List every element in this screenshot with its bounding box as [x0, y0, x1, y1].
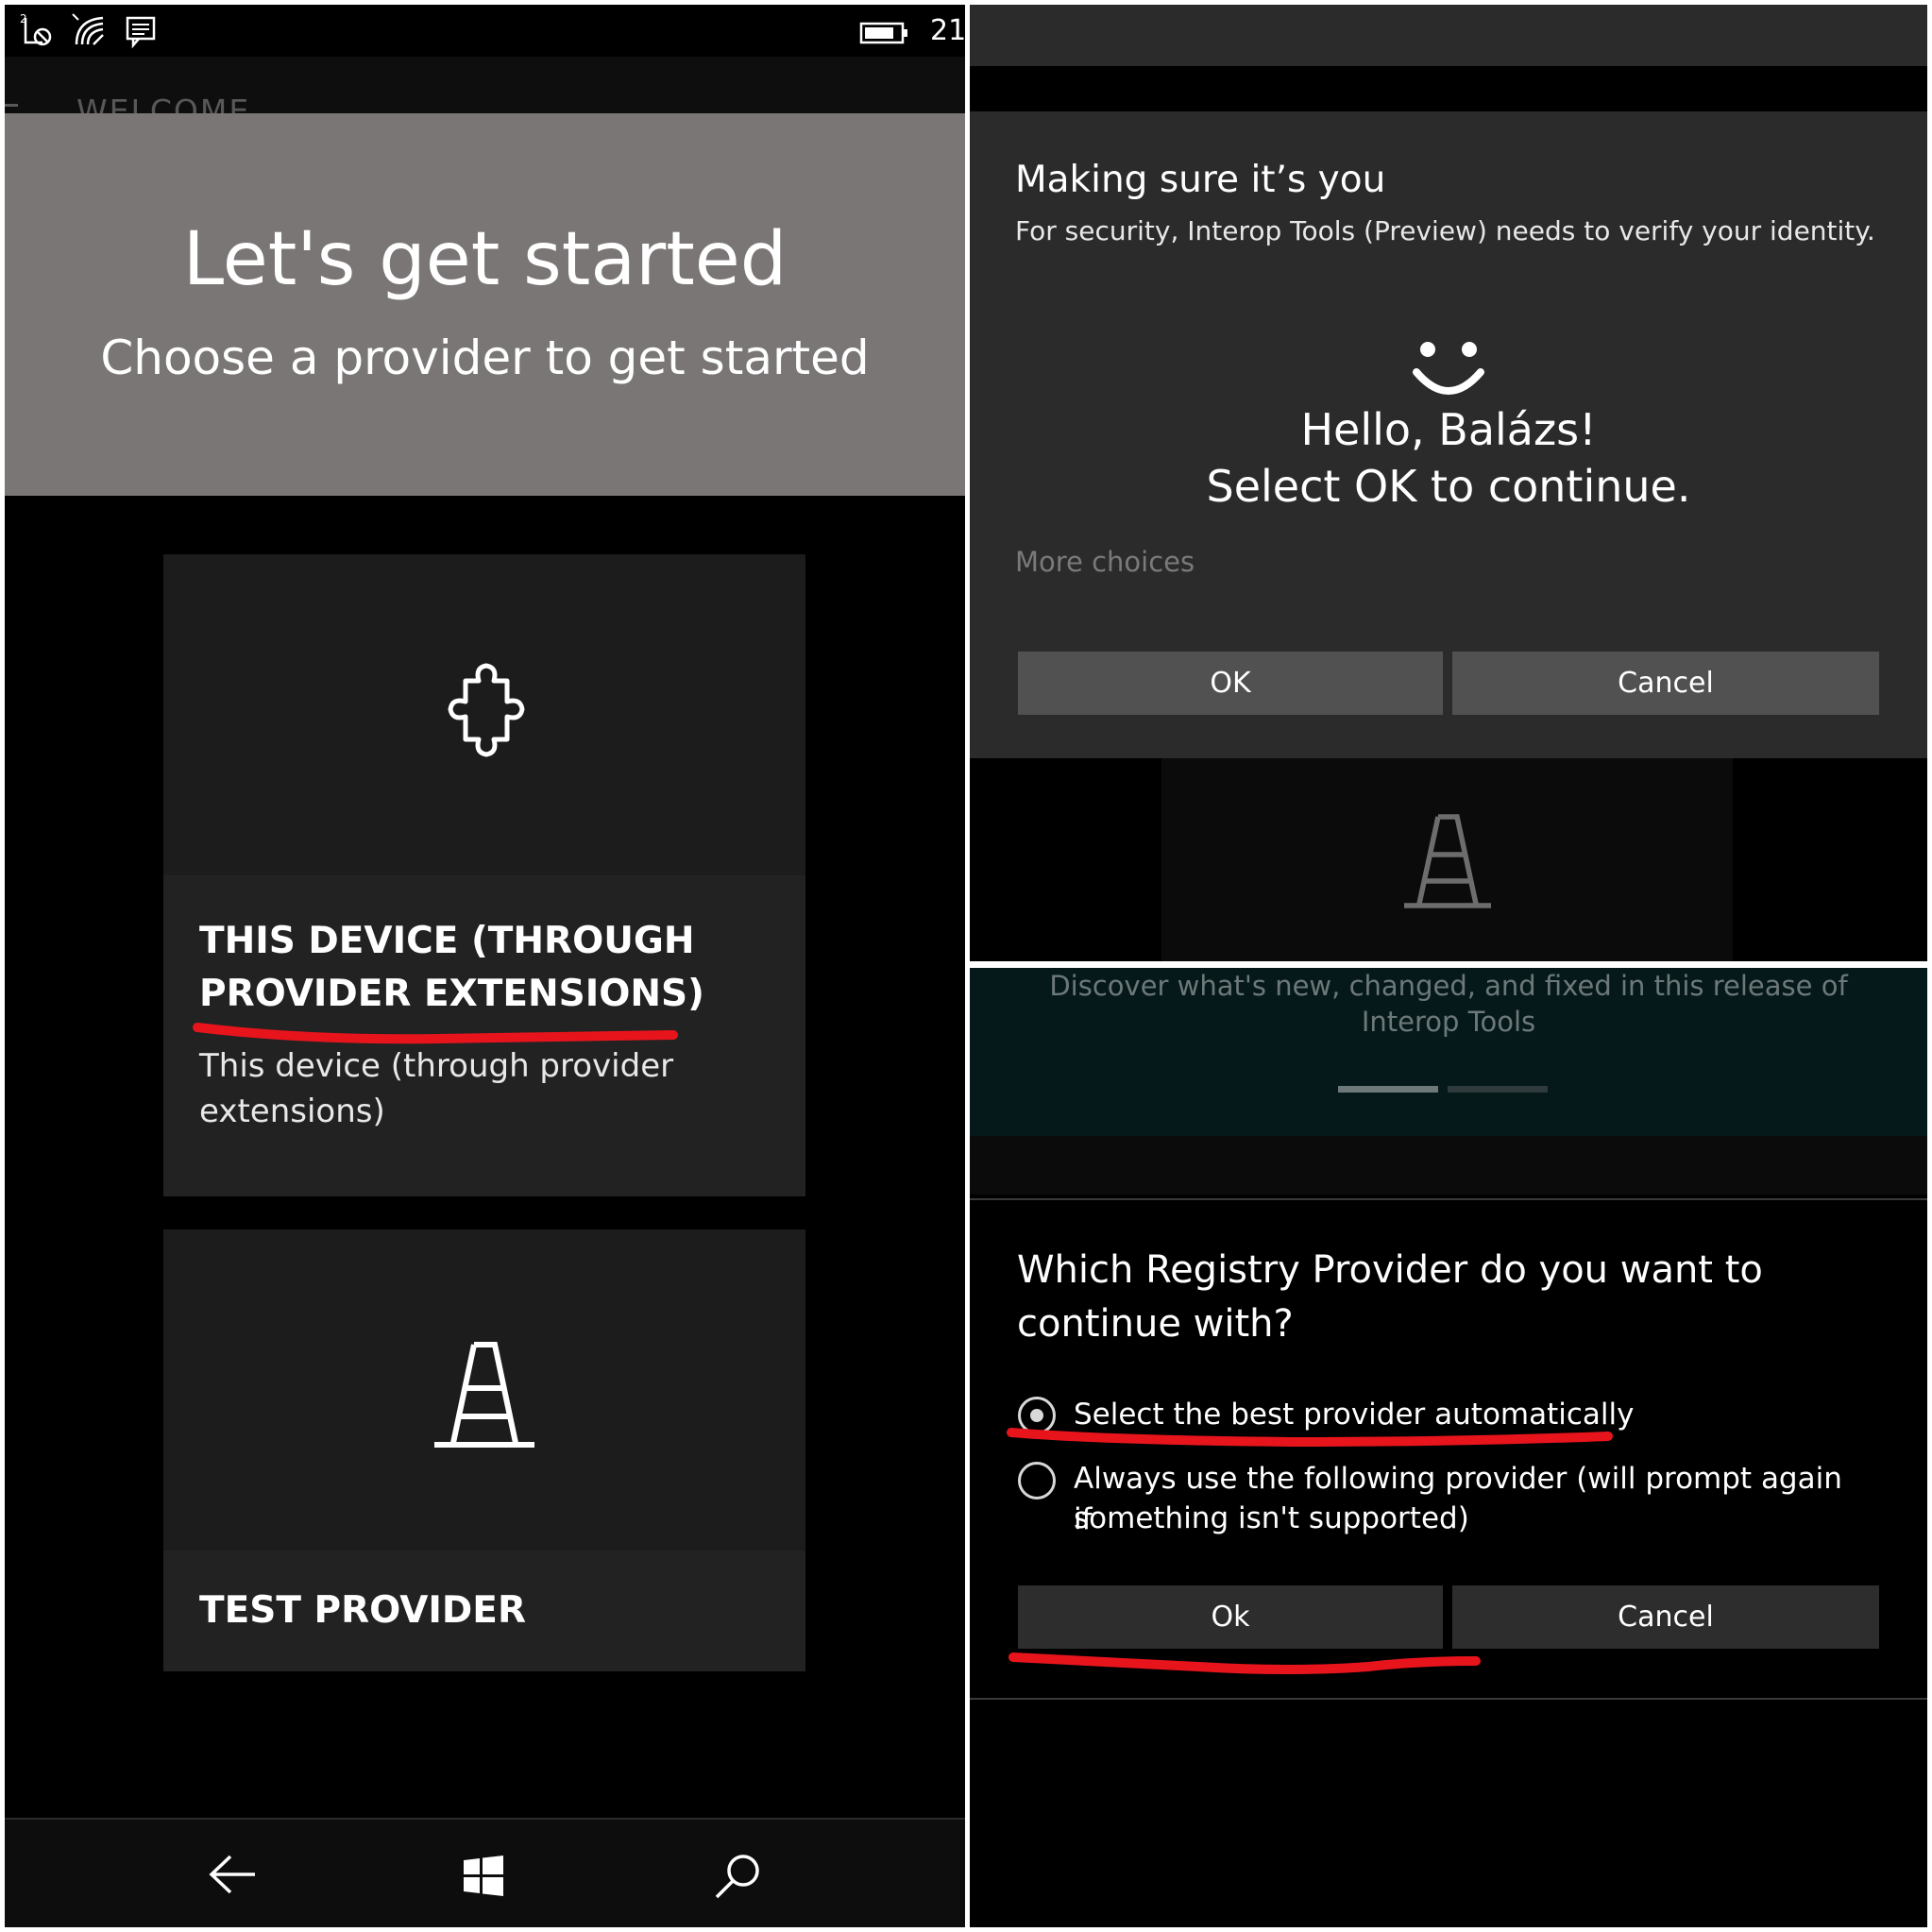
greeting-text: Hello, Balázs!	[1300, 404, 1597, 455]
message-icon	[126, 16, 156, 49]
cancel-button[interactable]: Cancel	[1452, 1585, 1879, 1649]
hero-subtitle: Choose a provider to get started	[100, 330, 870, 385]
ok-button[interactable]: OK	[1018, 652, 1443, 715]
wifi-signal-icon	[72, 13, 104, 45]
red-annotation-underline	[1007, 1428, 1613, 1448]
dialog-question-line1: Which Registry Provider do you want to	[1017, 1248, 1763, 1292]
release-banner-line1: Discover what's new, changed, and fixed …	[1049, 970, 1848, 1002]
battery-icon	[859, 22, 907, 44]
navigation-bar	[5, 1818, 965, 1927]
puzzle-icon	[448, 663, 525, 757]
ladder-icon	[1404, 814, 1491, 908]
dialog-question-line2: continue with?	[1017, 1302, 1294, 1346]
hamburger-menu-icon[interactable]	[5, 104, 18, 107]
right-top-screen: Making sure it’s you For security, Inter…	[970, 5, 1927, 961]
separator-strip	[970, 1136, 1927, 1195]
cancel-button[interactable]: Cancel	[1452, 652, 1879, 715]
provider-card-test-provider[interactable]: TEST PROVIDER	[163, 1229, 805, 1671]
card-label-area: TEST PROVIDER	[163, 1551, 805, 1671]
svg-text:2: 2	[20, 12, 27, 25]
dialog-title: Making sure it’s you	[1015, 159, 1386, 201]
call-forwarding-icon: 2	[20, 12, 52, 46]
dialog-subtitle: For security, Interop Tools (Preview) ne…	[1015, 215, 1875, 246]
status-bar: 2 21:	[5, 5, 965, 57]
radio-label-always-line2[interactable]: something isn't supported)	[1074, 1499, 1848, 1539]
hero-banner: Let's get started Choose a provider to g…	[5, 113, 965, 496]
page-indicator-active[interactable]	[1338, 1086, 1438, 1093]
radio-selected-dot	[1030, 1409, 1043, 1422]
card-description-line2: extensions)	[199, 1093, 385, 1130]
right-bottom-screen: Which Registry Provider do you want to c…	[970, 1195, 1927, 1927]
search-icon[interactable]	[713, 1852, 762, 1901]
page-indicator[interactable]	[1448, 1086, 1548, 1093]
release-banner-line2: Interop Tools	[1361, 1006, 1536, 1038]
provider-card-this-device[interactable]: THIS DEVICE (THROUGH PROVIDER EXTENSIONS…	[163, 554, 805, 1196]
windows-logo-icon[interactable]	[462, 1855, 505, 1898]
card-title: TEST PROVIDER	[199, 1589, 526, 1632]
red-annotation-underline	[1008, 1652, 1481, 1674]
card-title-line1: THIS DEVICE (THROUGH	[199, 920, 695, 962]
windows-hello-dialog: Making sure it’s you For security, Inter…	[970, 111, 1927, 758]
background-card	[1161, 758, 1733, 961]
dialog-question: Which Registry Provider do you want to c…	[1017, 1244, 1848, 1351]
windows-hello-face-icon	[1413, 342, 1484, 395]
hero-title: Let's get started	[182, 217, 788, 302]
status-clock: 21:	[930, 14, 965, 47]
left-phone-screen: 2 21: WELCOME Let's get started Choose a…	[5, 5, 965, 1927]
release-banner-text: Discover what's new, changed, and fixed …	[970, 968, 1927, 1040]
top-strip	[970, 5, 1927, 66]
card-description-line1: This device (through provider	[199, 1047, 674, 1085]
more-choices-link[interactable]: More choices	[1015, 546, 1195, 578]
instruction-text: Select OK to continue.	[1206, 461, 1691, 512]
ladder-icon	[434, 1342, 534, 1448]
red-annotation-underline	[193, 1023, 678, 1044]
ok-button[interactable]: Ok	[1018, 1585, 1443, 1649]
back-arrow-icon[interactable]	[208, 1853, 259, 1896]
card-title-line2: PROVIDER EXTENSIONS)	[199, 973, 704, 1015]
radio-always-use[interactable]	[1018, 1462, 1056, 1500]
